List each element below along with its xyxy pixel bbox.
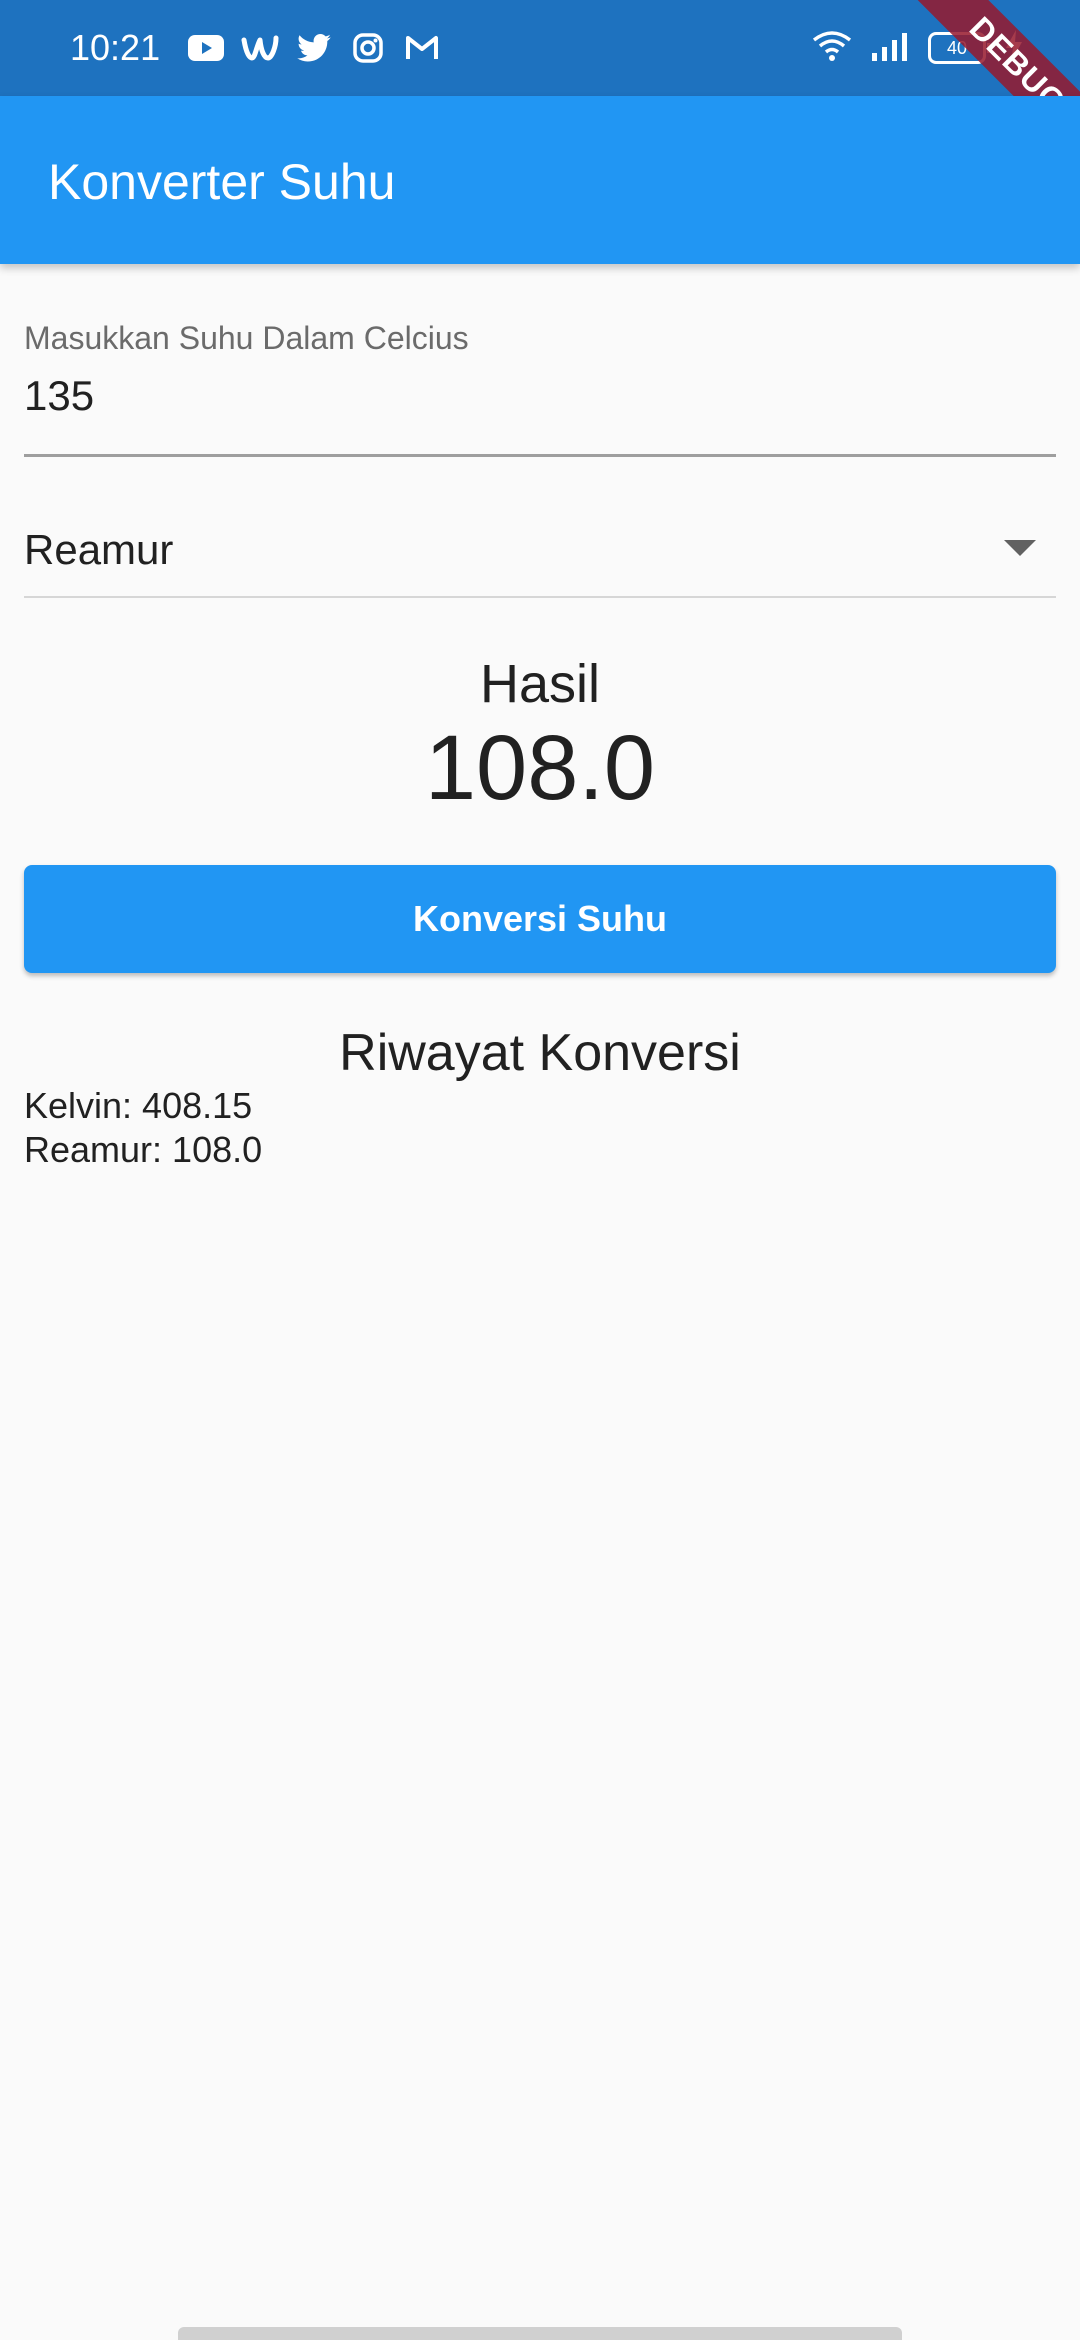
result-label: Hasil	[479, 654, 601, 714]
status-time: 10:21	[70, 27, 161, 68]
status-bar: 10:21 40	[0, 0, 1080, 96]
gmail-icon	[402, 28, 442, 68]
unit-dropdown[interactable]: Reamur	[24, 500, 1056, 598]
system-icons: 40	[812, 26, 1024, 70]
history-item: Reamur: 108.0	[24, 1129, 263, 1170]
celsius-input[interactable]	[24, 368, 1024, 424]
wattpad-icon	[240, 28, 280, 68]
instagram-icon	[348, 28, 388, 68]
unit-dropdown-value: Reamur	[24, 526, 174, 573]
signal-icon	[870, 31, 910, 66]
battery-icon: 40	[928, 32, 991, 64]
celsius-field[interactable]: Masukkan Suhu Dalam Celcius	[24, 312, 1056, 457]
twitter-icon	[294, 28, 334, 68]
page-title: Konverter Suhu	[48, 154, 396, 210]
result-value: 108.0	[424, 717, 656, 819]
youtube-icon	[186, 28, 226, 68]
charging-icon	[1004, 29, 1024, 67]
history-item: Kelvin: 408.15	[24, 1085, 253, 1126]
notification-icons	[186, 28, 442, 68]
history-list: Kelvin: 408.15 Reamur: 108.0	[24, 1084, 262, 1172]
history-title: Riwayat Konversi	[339, 1024, 741, 1082]
wifi-icon	[812, 30, 852, 67]
convert-button[interactable]: Konversi Suhu	[24, 865, 1056, 973]
battery-level: 40	[946, 38, 968, 58]
app-bar: Konverter Suhu	[0, 96, 1080, 264]
dropdown-arrow-icon[interactable]	[1004, 540, 1036, 556]
celsius-field-label: Masukkan Suhu Dalam Celcius	[24, 320, 469, 356]
navigation-handle[interactable]	[178, 2327, 902, 2340]
